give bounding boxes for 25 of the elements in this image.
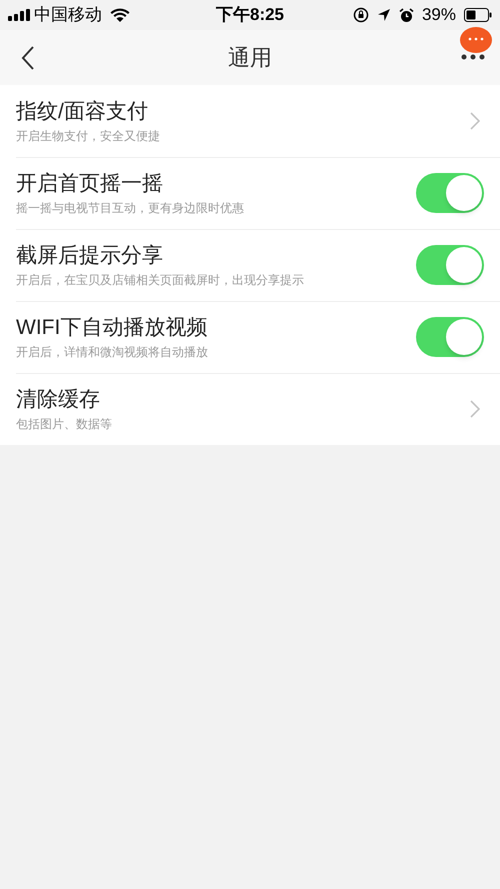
setting-description: 包括图片、数据等 [16,416,113,432]
carrier-name: 中国移动 [34,4,102,26]
battery-percent: 39% [422,4,456,26]
setting-description: 开启后，在宝贝及店铺相关页面截屏时，出现分享提示 [16,272,305,288]
location-arrow-icon [376,8,391,22]
setting-title: 截屏后提示分享 [16,242,164,268]
wifi-icon [110,8,130,22]
toggle-switch[interactable] [416,245,484,285]
setting-description: 摇一摇与电视节目互动，更有身边限时优惠 [16,200,245,216]
signal-icon [8,9,30,21]
setting-title: 指纹/面容支付 [16,98,149,124]
toggle-switch[interactable] [416,173,484,213]
alarm-icon [398,8,414,22]
setting-description: 开启生物支付，安全又便捷 [16,128,161,144]
rotation-lock-icon [352,7,369,23]
chevron-right-icon[interactable] [470,400,480,418]
setting-description: 开启后，详情和微淘视频将自动播放 [16,344,209,360]
battery-icon [464,8,492,22]
clock-time: 下午8:25 [214,4,286,26]
setting-title: 开启首页摇一摇 [16,170,164,196]
setting-title: 清除缓存 [16,386,101,412]
chevron-right-icon[interactable] [470,112,480,130]
toggle-switch[interactable] [416,317,484,357]
page-title: 通用 [228,44,272,72]
setting-title: WIFI下自动播放视频 [16,314,208,340]
